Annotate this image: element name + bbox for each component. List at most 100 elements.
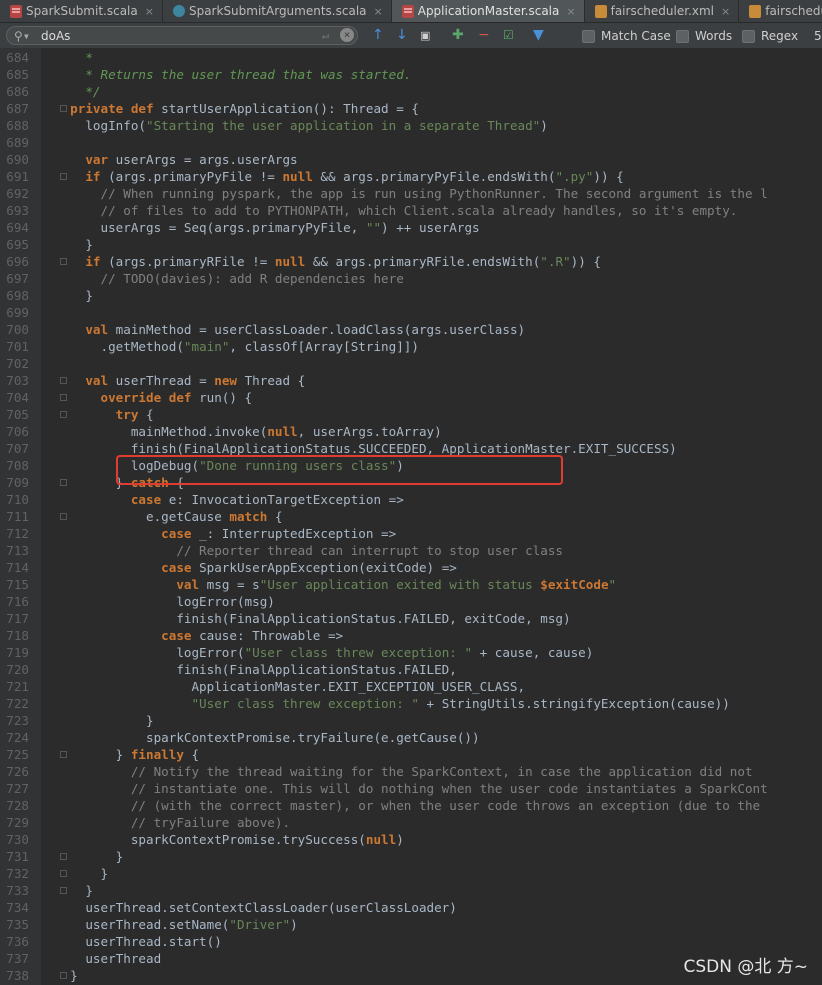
line-number: 692 [6, 186, 29, 201]
xml-file-icon [594, 4, 607, 18]
code-token: msg = s [206, 577, 260, 592]
code-token: _: InterruptedException => [199, 526, 397, 541]
fold-marker-icon[interactable] [60, 377, 67, 384]
code-token: Thread { [244, 373, 306, 388]
code-token: "User application exited with status [259, 577, 541, 592]
code-token: null [274, 254, 313, 269]
tab-2[interactable]: ApplicationMaster.scala × [391, 0, 585, 22]
line-number: 697 [6, 271, 29, 286]
regex-label: Regex [761, 29, 799, 43]
code-token: } [55, 288, 93, 303]
line-number: 714 [6, 560, 29, 575]
words-box[interactable] [676, 29, 689, 43]
match-case-checkbox[interactable]: Match Case [582, 29, 671, 43]
tab-label: ApplicationMaster.scala [417, 4, 560, 18]
line-number: 698 [6, 288, 29, 303]
previous-occurrence-icon[interactable]: ↑ [372, 27, 384, 44]
code-text: // Reporter thread can interrupt to stop… [55, 542, 563, 559]
code-token: finish(FinalApplicationStatus.FAILED, [55, 662, 457, 677]
fold-marker-icon[interactable] [60, 258, 67, 265]
fold-marker-icon[interactable] [60, 105, 67, 112]
tab-4[interactable]: fairscheduler-with-va [739, 0, 822, 22]
close-tab-icon[interactable]: × [374, 5, 383, 18]
code-token: SparkUserAppException(exitCode) => [199, 560, 457, 575]
line-number: 710 [6, 492, 29, 507]
fold-marker-icon[interactable] [60, 870, 67, 877]
close-tab-icon[interactable]: × [566, 5, 575, 18]
code-token: */ [55, 84, 101, 99]
code-text: var userArgs = args.userArgs [55, 151, 297, 168]
words-checkbox[interactable]: Words [676, 29, 732, 43]
fold-marker-icon[interactable] [60, 513, 67, 520]
code-token: case [55, 560, 200, 575]
regex-checkbox[interactable]: Regex [742, 29, 798, 43]
line-number: 695 [6, 237, 29, 252]
code-token: * Returns the user thread that was start… [55, 67, 412, 82]
remove-occurrence-icon[interactable]: − [478, 27, 490, 44]
line-number: 688 [6, 118, 29, 133]
next-occurrence-icon[interactable]: ↓ [396, 27, 408, 44]
line-number: 684 [6, 50, 29, 65]
line-number: 693 [6, 203, 29, 218]
code-text: logError("User class threw exception: " … [55, 644, 593, 661]
clear-search-icon[interactable]: × [340, 28, 354, 42]
line-number: 712 [6, 526, 29, 541]
code-text: finish(FinalApplicationStatus.FAILED, [55, 661, 457, 678]
code-token: ApplicationMaster.EXIT_EXCEPTION_USER_CL… [55, 679, 526, 694]
line-number: 694 [6, 220, 29, 235]
regex-box[interactable] [742, 29, 755, 43]
select-all-occurrences-icon[interactable]: ▣ [420, 27, 430, 44]
code-text: if (args.primaryPyFile != null && args.p… [55, 168, 623, 185]
match-case-box[interactable] [582, 29, 595, 43]
code-text: try { [55, 406, 154, 423]
tab-0[interactable]: SparkSubmit.scala × [0, 0, 163, 22]
code-token: finish(FinalApplicationStatus.FAILED, ex… [55, 611, 571, 626]
code-text: sparkContextPromise.tryFailure(e.getCaus… [55, 729, 480, 746]
code-text: mainMethod.invoke(null, userArgs.toArray… [55, 423, 442, 440]
tab-3[interactable]: fairscheduler.xml × [585, 0, 740, 22]
fold-marker-icon[interactable] [60, 411, 67, 418]
code-token: new [214, 373, 245, 388]
line-number: 715 [6, 577, 29, 592]
line-number: 737 [6, 951, 29, 966]
code-token: ) [290, 917, 298, 932]
filter-icon[interactable]: ▼ [533, 27, 544, 44]
code-editor[interactable]: 684 * 685 * Returns the user thread that … [0, 48, 822, 985]
line-number: 703 [6, 373, 29, 388]
tab-label: SparkSubmit.scala [26, 4, 138, 18]
line-number: 734 [6, 900, 29, 915]
close-tab-icon[interactable]: × [721, 5, 730, 18]
code-text: userArgs = Seq(args.primaryPyFile, "") +… [55, 219, 479, 236]
line-number: 717 [6, 611, 29, 626]
fold-marker-icon[interactable] [60, 751, 67, 758]
code-token: userThread.start() [55, 934, 222, 949]
fold-marker-icon[interactable] [60, 972, 67, 979]
close-tab-icon[interactable]: × [145, 5, 154, 18]
code-token: try [55, 407, 146, 422]
add-occurrence-icon[interactable]: ✚ [452, 27, 464, 44]
code-token: ) [396, 832, 404, 847]
line-number: 736 [6, 934, 29, 949]
code-token: .getMethod( [55, 339, 184, 354]
code-text: "User class threw exception: " + StringU… [55, 695, 729, 712]
tab-1[interactable]: SparkSubmitArguments.scala × [163, 0, 392, 22]
code-text: case cause: Throwable => [55, 627, 343, 644]
fold-marker-icon[interactable] [60, 394, 67, 401]
code-text: override def run() { [55, 389, 252, 406]
search-input[interactable] [41, 28, 291, 43]
fold-marker-icon[interactable] [60, 173, 67, 180]
highlight-box [116, 455, 563, 485]
fold-marker-icon[interactable] [60, 479, 67, 486]
search-icon[interactable]: ⚲▾ [14, 29, 30, 43]
code-text: if (args.primaryRFile != null && args.pr… [55, 253, 601, 270]
code-text: // of files to add to PYTHONPATH, which … [55, 202, 737, 219]
code-token: null [365, 832, 397, 847]
code-token: run() { [199, 390, 253, 405]
code-text: // Notify the thread waiting for the Spa… [55, 763, 753, 780]
line-number: 735 [6, 917, 29, 932]
fold-marker-icon[interactable] [60, 853, 67, 860]
select-all-icon[interactable]: ☑ [503, 27, 514, 44]
code-token: sparkContextPromise.tryFailure(e.getCaus… [55, 730, 480, 745]
search-field[interactable]: ⚲▾ ↵ × [6, 26, 358, 45]
fold-marker-icon[interactable] [60, 887, 67, 894]
